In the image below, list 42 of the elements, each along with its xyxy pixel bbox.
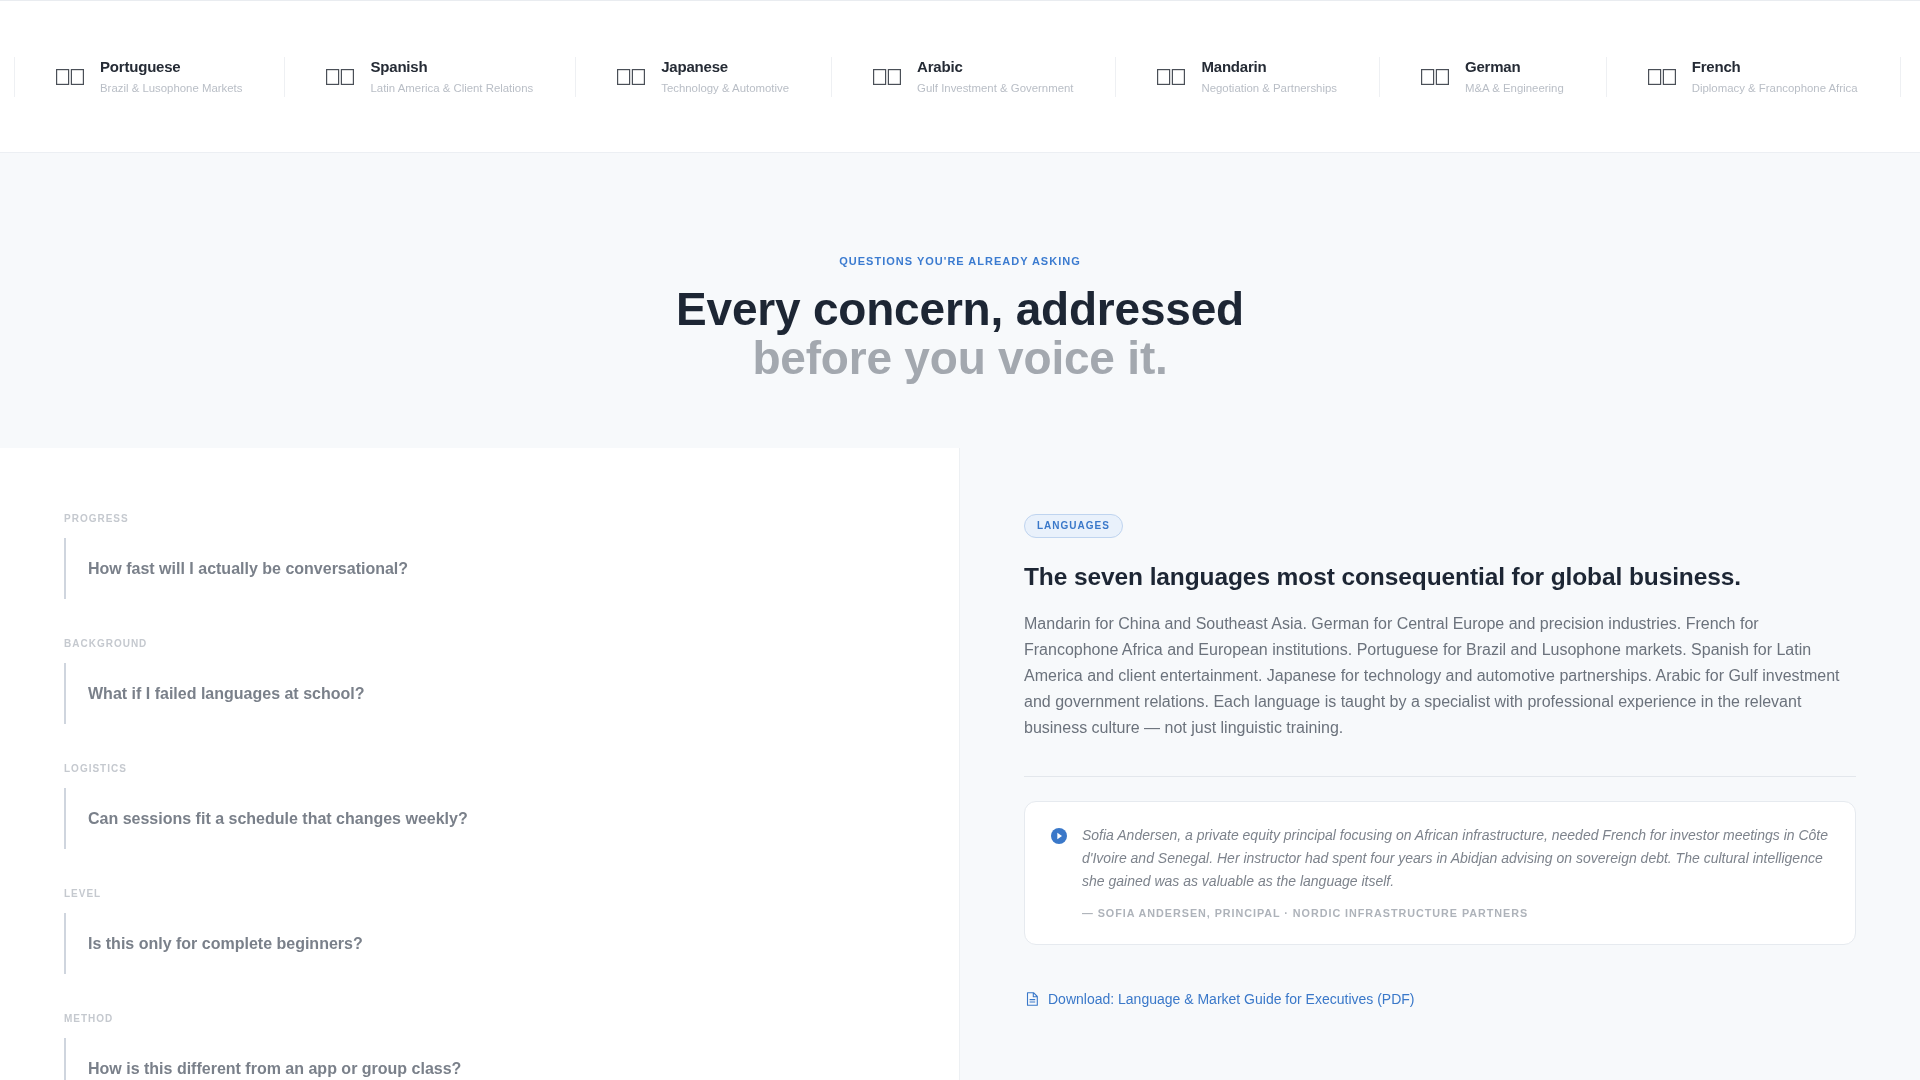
answer-text: Mandarin for China and Southeast Asia. German for Central Europe and precision industries. French for Francophone Africa and European institutions. Portuguese for Brazil and Lusophone markets. Spanish for Latin America and client entertainment. Japanese for technology and automotive partnerships. Arabic for Gulf investment and government relations. Each language is taught by a specialist with professional experience in the relevant business culture — not just linguistic training. — [1024, 614, 1841, 738]
language-name: German — [1464, 58, 1522, 76]
question-category: LOGISTICS — [64, 763, 127, 775]
document-icon — [1026, 992, 1038, 1006]
language-name: Portuguese — [100, 58, 182, 76]
question-category: LEVEL — [64, 888, 102, 900]
language-description: Negotiation & Partnerships — [1201, 81, 1337, 95]
language-description: Diplomacy & Francophone Africa — [1691, 81, 1858, 95]
language-name: Japanese — [661, 58, 729, 76]
language-description: Gulf Investment & Government — [917, 81, 1074, 95]
question-category: PROGRESS — [64, 513, 129, 525]
empty-boxes-icon — [326, 68, 355, 85]
language-name: French — [1691, 58, 1742, 76]
empty-boxes-icon — [56, 68, 84, 85]
faq-question[interactable]: Can sessions fit a schedule that changes weekly? — [64, 788, 476, 849]
faq-question[interactable]: How fast will I actually be conversational? — [64, 538, 417, 599]
question-category: BACKGROUND — [64, 638, 148, 650]
section-eyebrow: QUESTIONS YOU'RE ALREADY ASKING — [839, 254, 1081, 268]
question-category: METHOD — [64, 1013, 114, 1025]
language-description: Brazil & Lusophone Markets — [100, 81, 243, 95]
language-description: M&A & Engineering — [1464, 81, 1564, 95]
faq-question[interactable]: What if I failed languages at school? — [64, 663, 373, 724]
testimonial-quote: Sofia Andersen, a private equity principal focusing on African infrastructure, needed French for investor meetings in Côte d'Ivoire and Senegal. Her instructor had spent four years in Abidjan advising on sovereign debt. The cultural intelligence she gained was as valuable as the language itself. — [1082, 826, 1830, 891]
language-name: Mandarin — [1201, 58, 1268, 76]
empty-boxes-icon — [617, 68, 646, 85]
play-icon — [1051, 828, 1067, 844]
answer-heading: The seven languages most consequential for global business. — [1024, 562, 1742, 592]
language-name: Spanish — [370, 58, 429, 76]
language-description: Technology & Automotive — [661, 81, 790, 95]
language-description: Latin America & Client Relations — [370, 81, 534, 95]
download-link[interactable]: Download: Language & Market Guide for Executives (PDF) — [1024, 990, 1415, 1008]
empty-boxes-icon — [1647, 68, 1676, 85]
empty-boxes-icon — [1157, 68, 1186, 85]
section-heading: Every concern, addressed — [676, 285, 1244, 334]
language-name: Arabic — [917, 58, 964, 76]
section-heading-muted: before you voice it. — [752, 334, 1168, 383]
faq-question[interactable]: Is this only for complete beginners? — [64, 913, 371, 974]
empty-boxes-icon — [873, 68, 902, 85]
testimonial-attribution: — SOFIA ANDERSEN, PRINCIPAL · NORDIC INFRASTRUCTURE PARTNERS — [1082, 906, 1529, 920]
category-tag: LANGUAGES — [1024, 514, 1123, 538]
faq-question[interactable]: How is this different from an app or group class? — [64, 1038, 470, 1080]
empty-boxes-icon — [1420, 68, 1449, 85]
